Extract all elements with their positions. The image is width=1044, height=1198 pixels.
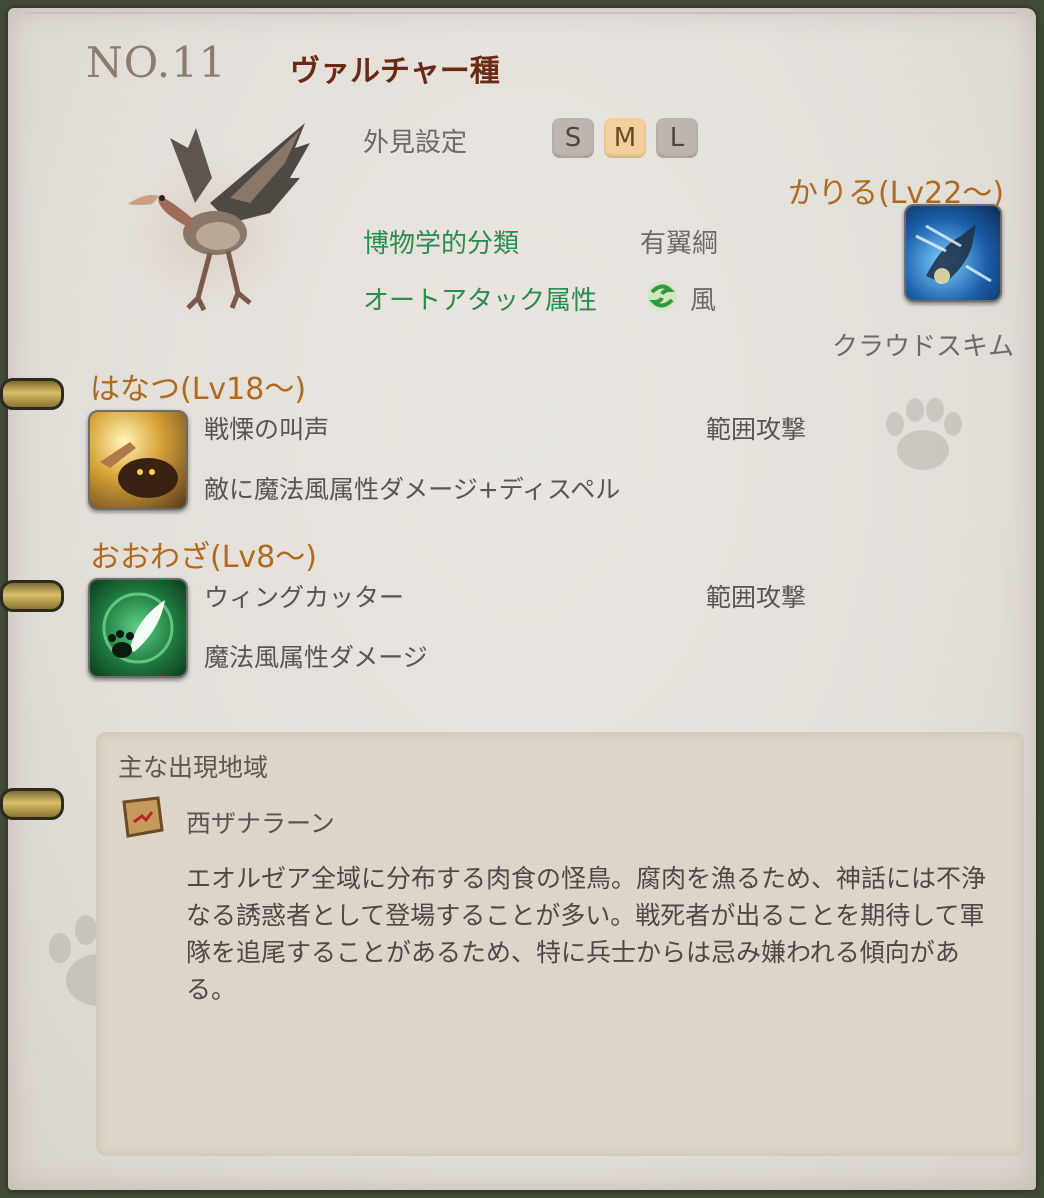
- wing-cutter-icon[interactable]: [88, 578, 188, 678]
- binder-ring: [0, 580, 64, 612]
- size-s-button[interactable]: S: [552, 118, 594, 158]
- entry-number: NO.11: [86, 38, 227, 87]
- battle-cry-icon[interactable]: [88, 410, 188, 510]
- auto-attack-label: オートアタック属性: [363, 286, 598, 316]
- minion-journal-page: NO.11 ヴァルチャー種 外見設定 S M L 博物学的分類 有翼綱 オートア…: [0, 8, 1036, 1190]
- habitat-label: 主な出現地域: [118, 753, 269, 782]
- release-skill-description: 敵に魔法風属性ダメージ+ディスペル: [204, 475, 621, 504]
- binder-ring: [0, 378, 64, 410]
- big-move-skill-type: 範囲攻撃: [706, 583, 807, 612]
- appearance-label: 外見設定: [363, 128, 468, 158]
- binder-ring: [0, 788, 64, 820]
- habitat-description: エオルゼア全域に分布する肉食の怪鳥。腐肉を漁るため、神話には不浄なる誘惑者として…: [186, 864, 987, 1004]
- size-l-button[interactable]: L: [656, 118, 698, 158]
- release-skill-type: 範囲攻撃: [706, 415, 807, 444]
- cloud-skim-icon[interactable]: [904, 204, 1002, 302]
- habitat-region[interactable]: 西ザナラーン: [186, 804, 335, 840]
- big-move-skill-description: 魔法風属性ダメージ: [204, 643, 428, 672]
- release-skill-name: 戦慄の叫声: [204, 415, 330, 444]
- classification-value: 有翼綱: [640, 229, 719, 259]
- species-name: ヴァルチャー種: [290, 54, 500, 89]
- wind-element-icon: [644, 278, 680, 314]
- vulture-portrait: [100, 108, 330, 328]
- auto-attack-value: 風: [690, 286, 717, 316]
- paw-print-icon: [873, 394, 973, 482]
- borrow-skill-name: クラウドスキム: [832, 332, 1015, 362]
- release-heading: はなつ(Lv18～): [90, 372, 307, 407]
- big-move-skill-name: ウィングカッター: [204, 583, 405, 612]
- classification-label: 博物学的分類: [363, 229, 520, 259]
- map-scroll-icon[interactable]: [116, 794, 168, 842]
- big-move-heading: おおわざ(Lv8～): [90, 540, 317, 575]
- page-top-border: [26, 12, 1018, 14]
- size-m-button[interactable]: M: [604, 118, 646, 158]
